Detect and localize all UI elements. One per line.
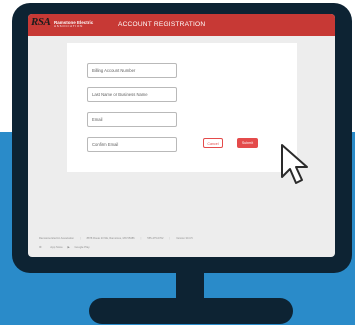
footer-version: Version 30.3.5 (176, 237, 193, 240)
logo-mark: RSA (31, 16, 51, 28)
settings-icon[interactable]: ⚙ (39, 245, 42, 249)
google-play-link[interactable]: Google Play (74, 245, 89, 249)
hand-pointer-icon (281, 144, 308, 184)
page-title: ACCOUNT REGISTRATION (118, 21, 206, 28)
app-header: RSA Ramstone Electric ASSOCIATION ACCOUN… (28, 14, 335, 36)
app-store-link[interactable]: App Store (50, 245, 62, 249)
footer-org: Ramstone Electric Association (39, 237, 74, 240)
confirm-email-field[interactable] (87, 137, 177, 152)
billing-account-number-field[interactable] (87, 63, 177, 78)
last-name-field[interactable] (87, 87, 177, 102)
monitor-screen: RSA Ramstone Electric ASSOCIATION ACCOUN… (28, 14, 335, 257)
footer-store-links: ⚙ App Store ▶ Google Play (39, 245, 94, 249)
footer-info: Ramstone Electric Association | 8878 Route… (39, 237, 193, 240)
google-play-icon[interactable]: ▶ (68, 245, 70, 249)
monitor-stand-base (89, 298, 293, 324)
submit-button[interactable]: Submit (237, 138, 258, 148)
footer-phone[interactable]: 555-475-0702 (147, 237, 163, 240)
logo-subtitle: ASSOCIATION (54, 24, 84, 28)
email-field[interactable] (87, 112, 177, 127)
cancel-button[interactable]: Cancel (203, 138, 223, 148)
registration-form-card: Only numbers are allowed. (67, 43, 297, 172)
company-logo[interactable]: RSA Ramstone Electric ASSOCIATION (28, 14, 93, 36)
footer-address: 8878 Route 23 NE, Ramstone, MN 55386 (86, 237, 135, 240)
